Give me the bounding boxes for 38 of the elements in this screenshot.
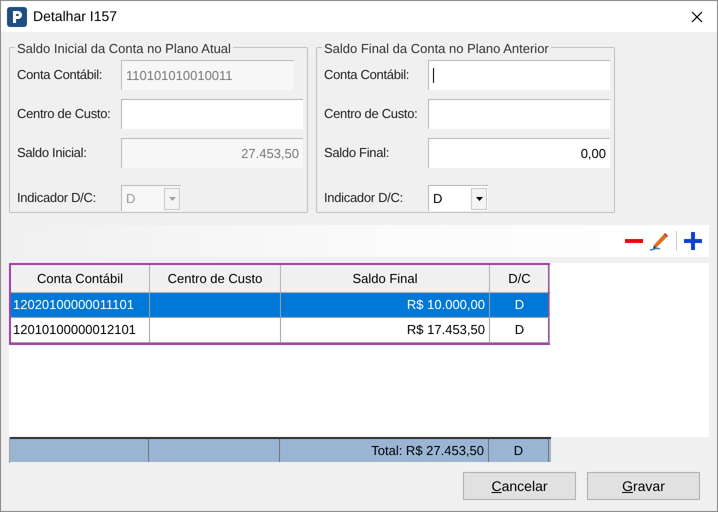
- column-header[interactable]: Centro de Custo: [150, 265, 281, 292]
- field-label: Conta Contábil:: [324, 66, 410, 84]
- table-cell-text: R$ 10.000,00: [406, 296, 485, 314]
- field-label: Conta Contábil:: [17, 66, 104, 84]
- field-label: Centro de Custo:: [324, 105, 418, 124]
- window-title: Detalhar I157: [33, 7, 118, 26]
- footer-cell-text: D: [514, 442, 524, 460]
- field-label: Indicador D/C:: [17, 189, 97, 208]
- dialog-button[interactable]: Gravar: [587, 472, 700, 500]
- input-field[interactable]: 110101010010011: [121, 60, 294, 90]
- app-logo-icon: [7, 6, 27, 26]
- footer-cell-text: Total: R$ 27.453,50: [371, 442, 484, 460]
- dialog-button[interactable]: Cancelar: [463, 472, 576, 500]
- input-field[interactable]: [428, 60, 610, 90]
- close-icon: [691, 10, 703, 22]
- column-header[interactable]: Conta Contábil: [11, 265, 150, 292]
- table-row[interactable]: 12020100000011101 R$ 10.000,00 D: [11, 293, 548, 318]
- field-label: Saldo Inicial:: [17, 144, 88, 162]
- dropdown[interactable]: D: [428, 185, 488, 211]
- field-label: Indicador D/C:: [324, 189, 404, 208]
- table-cell-text: R$ 17.453,50: [406, 321, 485, 340]
- input-field[interactable]: 0,00: [428, 138, 610, 168]
- field-label: Saldo Final:: [324, 144, 390, 162]
- table-cell-text: D: [514, 321, 524, 340]
- table-cell-text: 12020100000011101: [13, 296, 134, 314]
- plus-icon[interactable]: [683, 231, 703, 251]
- column-header[interactable]: D/C: [490, 265, 550, 292]
- caret-icon: [168, 196, 176, 200]
- caret-icon: [476, 196, 482, 200]
- column-header[interactable]: Saldo Final: [281, 265, 490, 292]
- field-label: Centro de Custo:: [17, 105, 112, 124]
- pencil-icon[interactable]: [648, 230, 670, 252]
- input-field[interactable]: [428, 99, 610, 129]
- table-cell-text: 12010100000012101: [13, 321, 136, 340]
- input-field[interactable]: [121, 99, 303, 129]
- input-field[interactable]: 27.453,50: [121, 138, 303, 168]
- table-cell-text: D: [514, 296, 524, 314]
- table-row[interactable]: 12010100000012101 R$ 17.453,50 D: [11, 318, 548, 343]
